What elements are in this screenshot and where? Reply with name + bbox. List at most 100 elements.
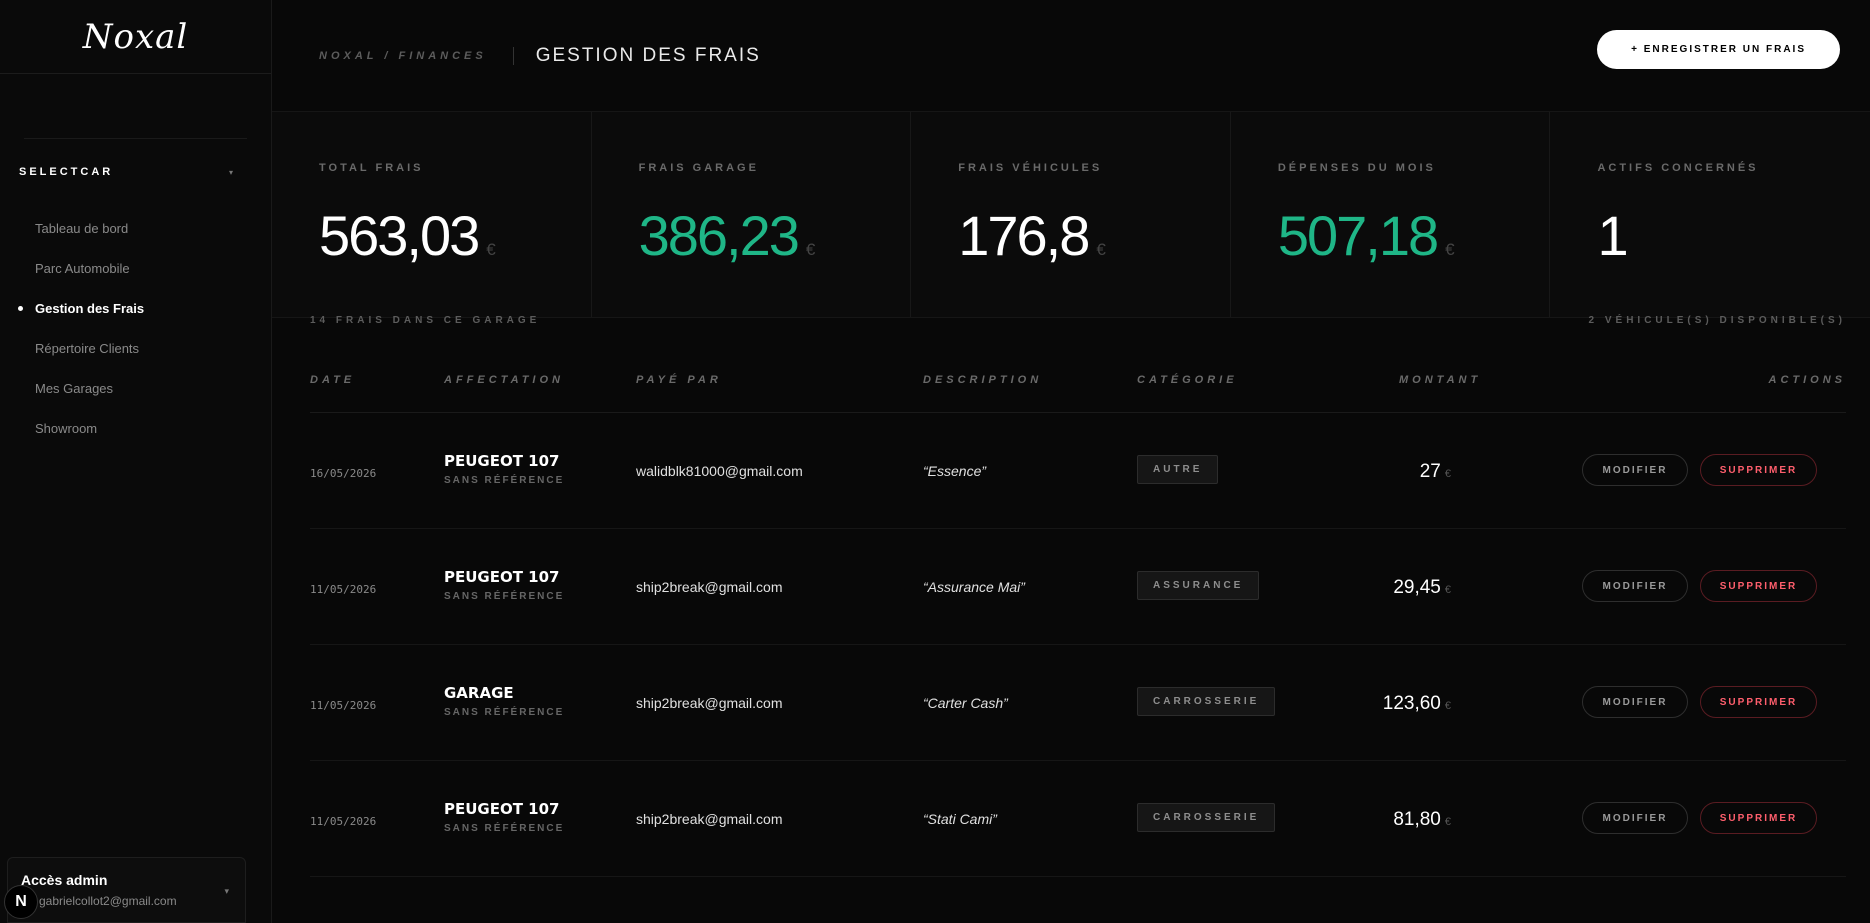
- logo[interactable]: Noxal: [0, 0, 271, 74]
- stat-number: 507,18: [1277, 204, 1439, 267]
- category-badge: ASSURANCE: [1137, 571, 1260, 600]
- edit-button[interactable]: MODIFIER: [1582, 686, 1688, 718]
- currency-symbol: €: [1444, 700, 1451, 712]
- column-header-date[interactable]: DATE: [310, 374, 355, 386]
- admin-title: Accès admin: [21, 872, 108, 888]
- expenses-table: DATE AFFECTATION PAYÉ PAR DESCRIPTION CA…: [310, 328, 1846, 877]
- row-payer: ship2break@gmail.com: [636, 579, 783, 595]
- row-payer: ship2break@gmail.com: [636, 695, 783, 711]
- stat-value: 386,23 €: [639, 203, 911, 268]
- delete-button[interactable]: SUPPRIMER: [1700, 802, 1817, 834]
- column-header-paid-by[interactable]: PAYÉ PAR: [636, 374, 722, 386]
- asset-reference: SANS RÉFÉRENCE: [444, 591, 565, 602]
- row-amount: 81,80 €: [1393, 809, 1451, 831]
- stat-label: FRAIS VÉHICULES: [958, 162, 1103, 174]
- currency-symbol: €: [805, 240, 816, 259]
- row-amount: 27 €: [1420, 461, 1451, 483]
- stat-value: 176,8 €: [958, 203, 1230, 268]
- sidebar-nav: Tableau de bord Parc Automobile Gestion …: [0, 208, 271, 448]
- column-header-description[interactable]: DESCRIPTION: [923, 374, 1042, 386]
- column-header-affectation[interactable]: AFFECTATION: [444, 374, 564, 386]
- amount-value: 81,80: [1393, 809, 1441, 830]
- row-asset: GARAGE SANS RÉFÉRENCE: [444, 684, 564, 718]
- row-date: 11/05/2026: [310, 815, 377, 828]
- chevron-down-icon: ▾: [224, 886, 229, 896]
- workspace-selector[interactable]: SELECTCAR ▾: [0, 166, 271, 178]
- sidebar-item-label: Tableau de bord: [35, 220, 129, 236]
- n-logo-badge-icon[interactable]: N: [4, 885, 38, 919]
- header-left: NOXAL / FINANCES GESTION DES FRAIS: [319, 45, 761, 67]
- workspace-name: SELECTCAR: [19, 166, 114, 178]
- stat-number: 176,8: [958, 204, 1090, 267]
- delete-button[interactable]: SUPPRIMER: [1700, 686, 1817, 718]
- stat-label: DÉPENSES DU MOIS: [1277, 162, 1436, 174]
- stats-row: TOTAL FRAIS 563,03 € FRAIS GARAGE 386,23 €…: [272, 112, 1870, 318]
- stat-number: 386,23: [638, 204, 800, 267]
- stat-frais-garage: FRAIS GARAGE 386,23 €: [591, 112, 912, 317]
- active-dot-icon: [18, 305, 23, 311]
- sidebar-item-label: Parc Automobile: [35, 260, 130, 276]
- sidebar-item-mes-garages[interactable]: Mes Garages: [0, 368, 271, 408]
- asset-name: PEUGEOT 107: [444, 568, 560, 586]
- sidebar-item-label: Showroom: [35, 420, 98, 436]
- page-title: GESTION DES FRAIS: [535, 44, 761, 66]
- stat-value: 507,18 €: [1278, 203, 1550, 268]
- asset-reference: SANS RÉFÉRENCE: [444, 823, 565, 834]
- sidebar-item-repertoire-clients[interactable]: Répertoire Clients: [0, 328, 271, 368]
- stat-frais-vehicules: FRAIS VÉHICULES 176,8 €: [911, 112, 1231, 317]
- row-asset: PEUGEOT 107 SANS RÉFÉRENCE: [444, 800, 564, 834]
- edit-button[interactable]: MODIFIER: [1582, 802, 1688, 834]
- asset-reference: SANS RÉFÉRENCE: [444, 707, 565, 718]
- sidebar-item-label: Mes Garages: [35, 380, 114, 396]
- stat-label: TOTAL FRAIS: [319, 162, 424, 174]
- sidebar-item-gestion-des-frais[interactable]: Gestion des Frais: [0, 288, 271, 328]
- breadcrumb[interactable]: NOXAL / FINANCES: [319, 50, 487, 62]
- amount-value: 27: [1419, 461, 1441, 482]
- admin-email: gabrielcollot2@gmail.com: [39, 894, 177, 908]
- stat-depenses-du-mois: DÉPENSES DU MOIS 507,18 €: [1230, 112, 1551, 317]
- amount-value: 123,60: [1382, 693, 1441, 714]
- asset-name: PEUGEOT 107: [444, 452, 560, 470]
- category-badge: AUTRE: [1137, 455, 1219, 484]
- row-date: 16/05/2026: [310, 467, 377, 480]
- delete-button[interactable]: SUPPRIMER: [1700, 570, 1817, 602]
- sidebar-item-tableau-de-bord[interactable]: Tableau de bord: [0, 208, 271, 248]
- delete-button[interactable]: SUPPRIMER: [1700, 454, 1817, 486]
- app-root: Noxal SELECTCAR ▾ Tableau de bord Parc A…: [0, 0, 1870, 923]
- row-amount: 29,45 €: [1393, 577, 1451, 599]
- expense-count: 14 FRAIS DANS CE GARAGE: [310, 315, 541, 326]
- row-date: 11/05/2026: [310, 583, 377, 596]
- edit-button[interactable]: MODIFIER: [1582, 570, 1688, 602]
- stat-number: 563,03: [319, 204, 480, 267]
- row-description: “Essence”: [923, 463, 987, 479]
- table-row: 11/05/2026 PEUGEOT 107 SANS RÉFÉRENCE sh…: [310, 529, 1846, 645]
- currency-symbol: €: [1444, 584, 1451, 596]
- row-description: “Stati Cami”: [923, 811, 997, 827]
- sidebar-item-showroom[interactable]: Showroom: [0, 408, 271, 448]
- admin-account-card[interactable]: Accès admin gabrielcollot2@gmail.com ▾: [7, 857, 246, 923]
- table-row: 11/05/2026 PEUGEOT 107 SANS RÉFÉRENCE sh…: [310, 761, 1846, 877]
- asset-name: GARAGE: [444, 684, 514, 702]
- sidebar-item-label: Gestion des Frais: [35, 300, 145, 316]
- sidebar-item-parc-automobile[interactable]: Parc Automobile: [0, 248, 271, 288]
- logo-text: Noxal: [82, 16, 189, 57]
- table-row: 11/05/2026 GARAGE SANS RÉFÉRENCE ship2br…: [310, 645, 1846, 761]
- asset-name: PEUGEOT 107: [444, 800, 560, 818]
- stat-label: FRAIS GARAGE: [638, 162, 759, 174]
- available-vehicles: 2 VÉHICULE(S) DISPONIBLE(S): [1588, 315, 1846, 326]
- row-description: “Assurance Mai”: [923, 579, 1025, 595]
- column-header-category[interactable]: CATÉGORIE: [1137, 374, 1238, 386]
- stat-actifs-concernes: ACTIFS CONCERNÉS 1: [1550, 112, 1870, 317]
- sidebar-divider: [24, 138, 247, 139]
- column-header-actions: ACTIONS: [1768, 374, 1846, 386]
- amount-value: 29,45: [1393, 577, 1441, 598]
- stat-number: 1: [1597, 204, 1628, 267]
- currency-symbol: €: [486, 240, 496, 259]
- edit-button[interactable]: MODIFIER: [1582, 454, 1688, 486]
- column-header-amount[interactable]: MONTANT: [1399, 374, 1481, 386]
- add-expense-button[interactable]: + ENREGISTRER UN FRAIS: [1597, 30, 1840, 69]
- table-row: 16/05/2026 PEUGEOT 107 SANS RÉFÉRENCE wa…: [310, 413, 1846, 529]
- row-asset: PEUGEOT 107 SANS RÉFÉRENCE: [444, 452, 564, 486]
- row-date: 11/05/2026: [310, 699, 377, 712]
- stat-total-frais: TOTAL FRAIS 563,03 €: [272, 112, 592, 317]
